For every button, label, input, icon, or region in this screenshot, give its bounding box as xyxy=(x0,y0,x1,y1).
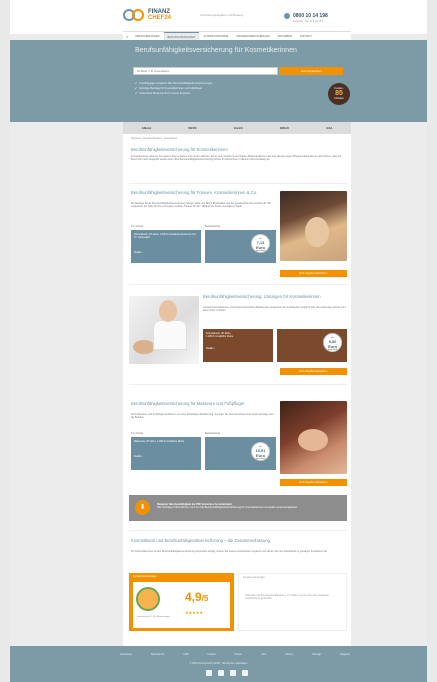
footer-copyright: © 2016 Finanzchef24 GmbH · Alle Rechte v… xyxy=(189,662,248,665)
section1-price-circle: ab 7,13 Euro monatlich xyxy=(251,234,270,253)
footer-link[interactable]: AGB xyxy=(183,653,188,656)
profession-input[interactable] xyxy=(133,67,278,75)
social-links xyxy=(206,670,248,676)
partner-logo: AXA xyxy=(326,126,333,130)
twitter-icon[interactable] xyxy=(218,670,224,676)
compare-button[interactable]: Jetzt vergleichen xyxy=(279,67,343,75)
header-tagline: Versicherungsvergleich und Beratung xyxy=(200,14,244,17)
section3-title: Berufsunfähigkeitsversicherung für Masse… xyxy=(131,401,245,406)
section3-offer-button[interactable]: Jetzt Angebot anfordern › xyxy=(280,479,347,486)
partner-logo: Zurich xyxy=(233,126,243,130)
hairdresser-photo xyxy=(280,191,347,261)
page: FINANZ CHEF24 Versicherungsvergleich und… xyxy=(10,0,427,682)
logo-icon xyxy=(123,9,145,21)
section3-price-circle: ab 10,51 Euro monatlich xyxy=(251,442,270,461)
satisfaction-badge: Kunden- 85 zufrieden xyxy=(328,83,350,105)
section1-offer-button[interactable]: Jetzt Angebot anfordern › xyxy=(280,270,347,277)
footer-links: Impressum Datenschutz AGB Kontakt Presse… xyxy=(120,653,350,656)
section1-card-label: Ihre Vorteile xyxy=(131,226,144,228)
section2-price-circle: ab 9,80 Euro monatlich xyxy=(323,333,342,352)
rating-seal-icon xyxy=(136,587,160,611)
header-hours: kostenlos · Mo–Fr 8–20 Uhr xyxy=(293,20,323,23)
footer-link[interactable]: Sitemap xyxy=(312,653,321,656)
logo[interactable]: FINANZ CHEF24 xyxy=(123,9,171,21)
download-icon: ⬇ xyxy=(135,500,150,515)
divider xyxy=(129,284,347,285)
main-nav: ⌂ VERSICHERUNGEN BERUFSUNFÄHIGKEIT ALTER… xyxy=(123,31,351,41)
home-icon[interactable]: ⌂ xyxy=(123,34,131,39)
section3-details-link[interactable]: Details › xyxy=(134,455,198,458)
main-content: Allianz DEVK Zurich ERGO AXA Startseite … xyxy=(123,122,351,646)
googleplus-icon[interactable] xyxy=(230,670,236,676)
hero-title: Berufsunfähigkeitsversicherung für Kosme… xyxy=(135,47,297,54)
footer-link[interactable]: Presse xyxy=(235,653,242,656)
hero-benefit: ✔ Kostenlose Beratung durch unsere Expert… xyxy=(135,92,191,95)
partner-logos: Allianz DEVK Zurich ERGO AXA xyxy=(123,122,351,134)
testimonial-text: Schnelle und kompetente Beratung. Ich ha… xyxy=(245,594,329,601)
section1-info-card: Kosmetikerin, 25 Jahre, 1.000 € monatlic… xyxy=(131,230,201,263)
section1-text: Die Beiträge für die Berufsunfähigkeitsv… xyxy=(131,202,271,209)
site-footer: Impressum Datenschutz AGB Kontakt Presse… xyxy=(10,646,427,682)
section3-card-label: Ihre Vorteile xyxy=(131,433,144,435)
check-icon: ✔ xyxy=(135,92,138,95)
section1-details-link[interactable]: Details › xyxy=(134,251,198,254)
rating-stars: ★★★★★ xyxy=(185,610,203,615)
rating-box: Kundenbewertungen 4,9/5 ★★★★★ basierend … xyxy=(129,573,234,631)
massage-photo xyxy=(280,401,347,474)
hero-banner: Berufsunfähigkeitsversicherung für Kosme… xyxy=(10,40,427,122)
section4-title: Kosmetikerin und Berufsunfähigkeitsversi… xyxy=(131,538,270,543)
partner-logo: ERGO xyxy=(280,126,289,130)
section3-text: Auch Masseure und Fußpfleger profitieren… xyxy=(131,413,274,420)
hero-benefits: ✔ Unabhängiger Vergleich aller Berufsunfä… xyxy=(135,81,212,96)
footer-link[interactable]: Kontakt xyxy=(207,653,215,656)
check-icon: ✔ xyxy=(135,82,138,85)
testimonial-box: Kundenmeinungen Schnelle und kompetente … xyxy=(238,573,347,631)
rating-title: Kundenbewertungen xyxy=(133,575,157,578)
rating-note: basierend auf 1.250 Bewertungen xyxy=(137,616,170,618)
cosmetician-photo xyxy=(129,296,199,364)
phone-icon xyxy=(284,13,290,19)
footer-link[interactable]: Datenschutz xyxy=(151,653,164,656)
breadcrumb[interactable]: Startseite › Berufsunfähigkeit › Kosmeti… xyxy=(131,137,178,140)
partner-logo: DEVK xyxy=(188,126,197,130)
section2-title: Berufsunfähigkeitsversicherung: Lösungen… xyxy=(203,294,321,299)
section2-info-card: Kosmetikerin, 30 Jahre 1.200 € monatlich… xyxy=(203,329,273,362)
header-phone[interactable]: 0800 10 14 198 xyxy=(293,13,328,19)
footer-link[interactable]: Impressum xyxy=(120,653,132,656)
section2-text: Gerade Kosmetikerinnen sind hohen körper… xyxy=(203,306,346,313)
partner-logo: Allianz xyxy=(141,126,152,130)
check-icon: ✔ xyxy=(135,87,138,90)
page-title: Berufsunfähigkeitsversicherung für Kosme… xyxy=(131,147,228,152)
youtube-icon[interactable] xyxy=(242,670,248,676)
footer-link[interactable]: Partner xyxy=(285,653,293,656)
download-text: Alle wichtigen Informationen rund um die… xyxy=(157,506,298,510)
section2-offer-button[interactable]: Jetzt Angebot anfordern › xyxy=(280,368,347,375)
section4-text: Für Kosmetikerinnen ist eine Berufsunfäh… xyxy=(131,550,328,553)
section1-title: Berufsunfähigkeitsversicherung für Frise… xyxy=(131,190,258,195)
divider xyxy=(129,183,347,184)
divider xyxy=(129,384,347,385)
section3-info-card: Masseurin, 28 Jahre, 1.000 € monatliche … xyxy=(131,437,201,470)
section3-price-label: Beispielbeitrag xyxy=(205,433,221,435)
footer-link[interactable]: Ratgeber xyxy=(340,653,350,656)
section2-details-link[interactable]: Details › xyxy=(206,347,270,350)
site-header: FINANZ CHEF24 Versicherungsvergleich und… xyxy=(10,0,427,34)
testimonial-title: Kundenmeinungen xyxy=(243,576,265,579)
rating-score: 4,9/5 xyxy=(185,590,209,604)
facebook-icon[interactable] xyxy=(206,670,212,676)
logo-text-line2: CHEF24 xyxy=(148,15,172,21)
download-banner[interactable]: ⬇ Ratgeber Berufsunfähigkeit als PDF kos… xyxy=(129,495,347,521)
section1-price-label: Beispielbeitrag xyxy=(205,226,221,228)
footer-link[interactable]: Jobs xyxy=(261,653,266,656)
intro-text: Kosmetikerinnen arbeiten den ganzen Tag … xyxy=(131,155,342,162)
divider xyxy=(129,530,347,531)
